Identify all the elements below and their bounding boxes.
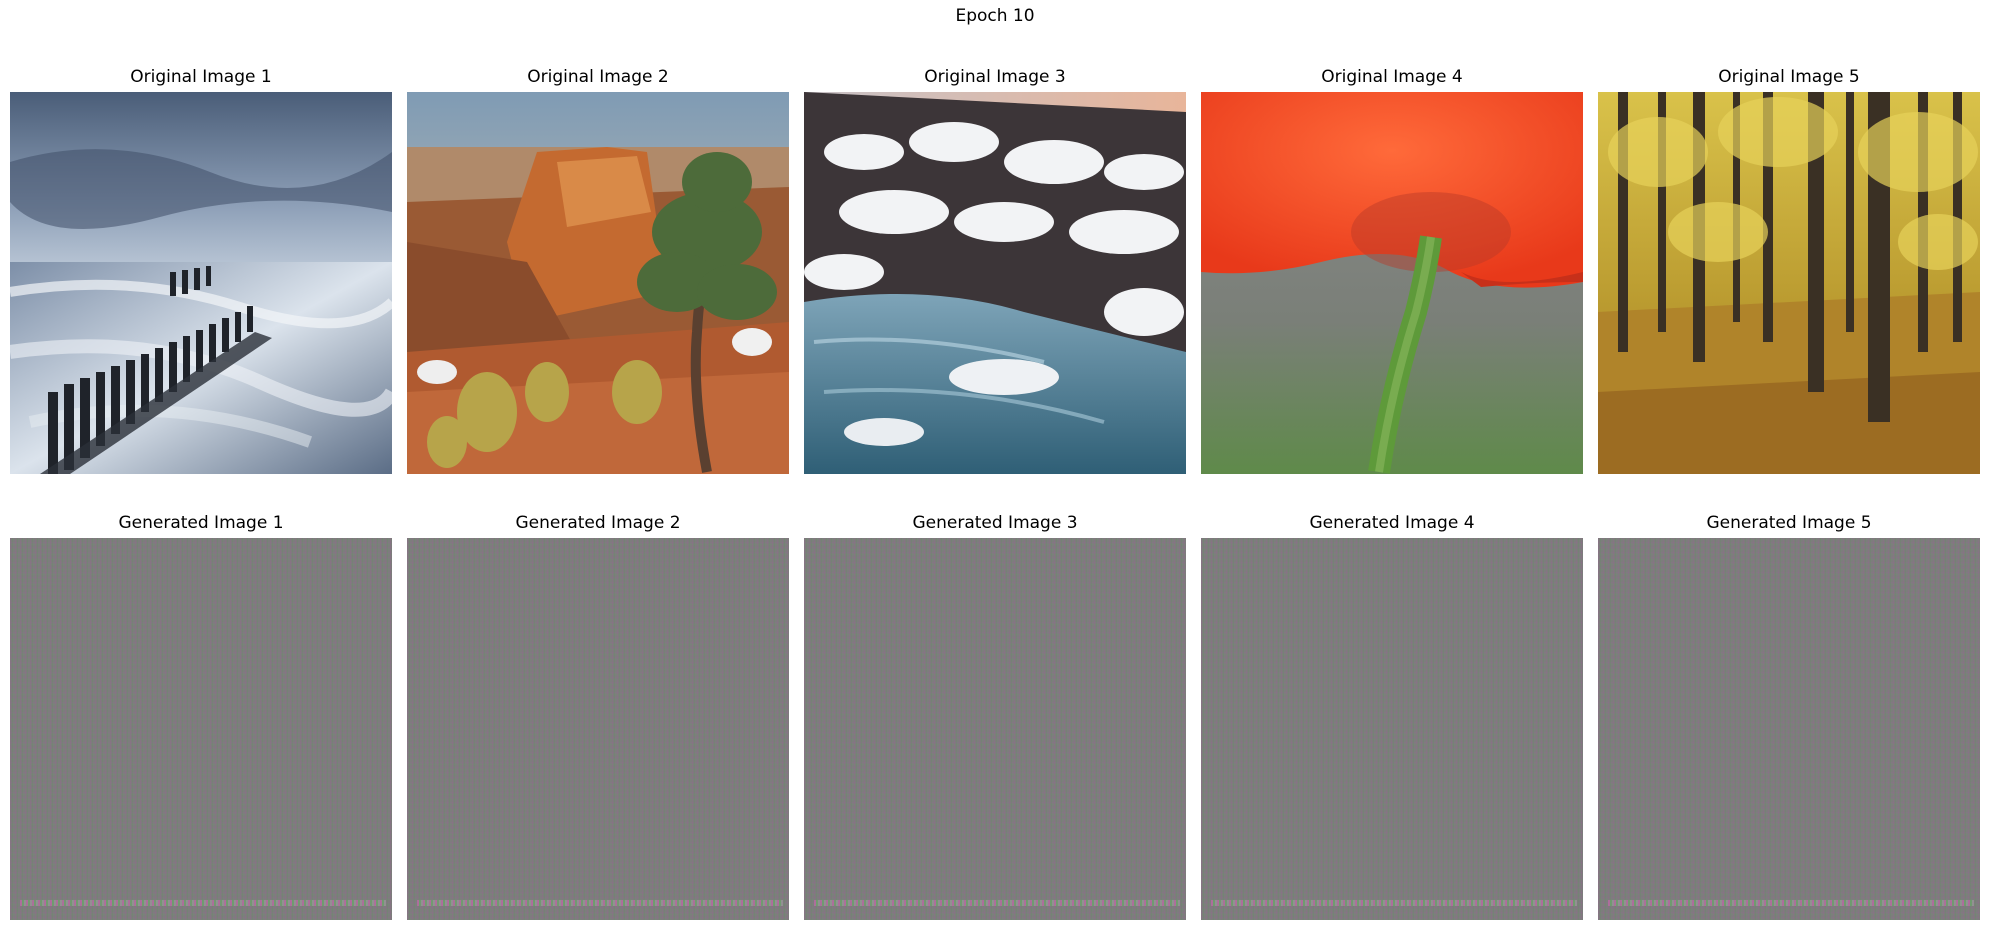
generated-image-1-label: Generated Image 1	[118, 513, 284, 533]
generated-image-2	[407, 538, 789, 920]
generated-image-5-label: Generated Image 5	[1706, 513, 1872, 533]
generated-image-4	[1201, 538, 1583, 920]
noise-stripe	[1211, 900, 1577, 906]
original-image-1-label: Original Image 1	[130, 67, 272, 87]
noise-stripe	[814, 900, 1180, 906]
original-image-2-label: Original Image 2	[527, 67, 669, 87]
original-image-3	[804, 92, 1186, 474]
generated-image-4-label: Generated Image 4	[1309, 513, 1475, 533]
noise-stripe	[20, 900, 386, 906]
generated-image-1	[10, 538, 392, 920]
generated-image-3-label: Generated Image 3	[912, 513, 1078, 533]
original-image-5-label: Original Image 5	[1718, 67, 1860, 87]
generated-image-5	[1598, 538, 1980, 920]
figure-title: Epoch 10	[955, 6, 1035, 26]
original-image-2	[407, 92, 789, 474]
original-image-1	[10, 92, 392, 474]
original-image-4	[1201, 92, 1583, 474]
noise-stripe	[417, 900, 783, 906]
generated-image-2-label: Generated Image 2	[515, 513, 681, 533]
original-image-5	[1598, 92, 1980, 474]
original-image-4-label: Original Image 4	[1321, 67, 1463, 87]
noise-stripe	[1608, 900, 1974, 906]
generated-image-3	[804, 538, 1186, 920]
original-image-3-label: Original Image 3	[924, 67, 1066, 87]
